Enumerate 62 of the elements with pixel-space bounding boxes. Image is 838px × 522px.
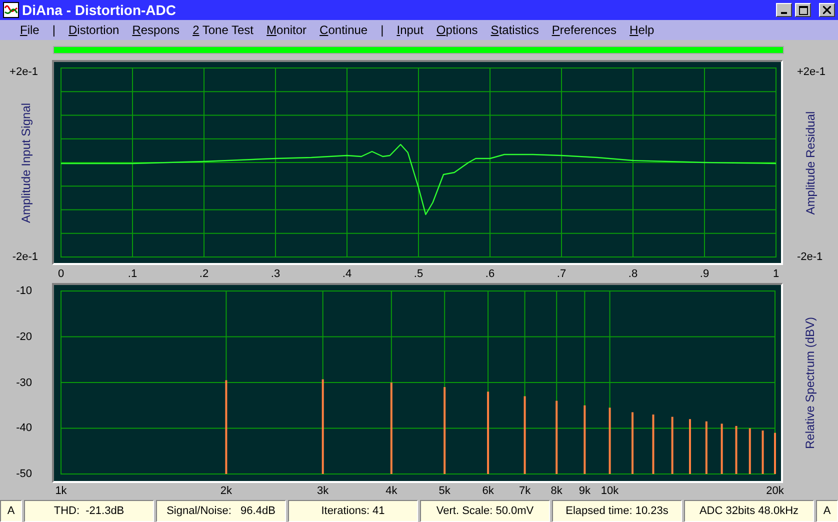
window-title: DiAna - Distortion-ADC bbox=[22, 0, 176, 20]
x-tick-label: 10k bbox=[600, 484, 619, 499]
menu-item[interactable]: File bbox=[20, 21, 40, 39]
x-tick-label: .3 bbox=[270, 267, 280, 282]
menu-item[interactable]: Monitor bbox=[266, 21, 307, 39]
x-tick-label: .1 bbox=[128, 267, 138, 282]
menu-item[interactable]: Distortion bbox=[68, 21, 120, 39]
x-tick-label: .5 bbox=[414, 267, 424, 282]
status-field: A bbox=[816, 500, 838, 522]
y-axis-label: Amplitude Input Signal bbox=[18, 102, 34, 223]
status-field: Signal/Noise: 96.4dB bbox=[156, 500, 286, 522]
y-tick-label: +2e-1 bbox=[797, 65, 826, 80]
x-tick-label: 8k bbox=[550, 484, 562, 499]
menu-item[interactable]: Respons bbox=[132, 21, 180, 39]
x-tick-label: 6k bbox=[482, 484, 494, 499]
y-tick-label: -50 bbox=[16, 466, 32, 482]
menu-item[interactable]: Continue bbox=[320, 21, 368, 39]
status-field: ADC 32bits 48.0kHz bbox=[684, 500, 814, 522]
menu-item[interactable]: Options bbox=[436, 21, 478, 39]
x-tick-label: .2 bbox=[199, 267, 209, 282]
x-tick-label: 4k bbox=[386, 484, 398, 499]
status-field: Vert. Scale: 50.0mV bbox=[420, 500, 550, 522]
x-tick-label: 20k bbox=[766, 484, 784, 499]
y-tick-label: -10 bbox=[16, 284, 32, 299]
menu-item[interactable]: Help bbox=[630, 21, 654, 39]
x-tick-label: 1k bbox=[55, 484, 67, 499]
y-tick-label: -2e-1 bbox=[797, 250, 823, 264]
app-logo-icon bbox=[3, 2, 19, 18]
y-tick-label: +2e-1 bbox=[10, 65, 38, 80]
x-tick-label: 3k bbox=[317, 484, 329, 499]
menu-separator: | bbox=[380, 22, 384, 39]
y-axis-label: Relative Spectrum (dBV) bbox=[802, 316, 818, 450]
x-tick-label: 9k bbox=[578, 484, 590, 499]
x-tick-label: .8 bbox=[628, 267, 638, 282]
close-button[interactable] bbox=[819, 3, 835, 17]
y-tick-label: -2e-1 bbox=[12, 250, 38, 264]
menu-item[interactable]: Preferences bbox=[552, 21, 617, 39]
menu-item[interactable]: Statistics bbox=[490, 21, 539, 39]
status-field: Elapsed time: 10.23s bbox=[552, 500, 682, 522]
minimize-button[interactable] bbox=[776, 3, 792, 17]
x-tick-label: 0 bbox=[58, 267, 64, 282]
maximize-button[interactable] bbox=[795, 3, 811, 17]
x-tick-label: 1 bbox=[772, 267, 780, 282]
x-tick-label: .7 bbox=[556, 267, 566, 282]
x-tick-label: 2k bbox=[220, 484, 232, 499]
menu-item[interactable]: 2 Tone Test bbox=[192, 21, 254, 39]
close-icon bbox=[823, 6, 831, 14]
menu-item[interactable]: Input bbox=[396, 21, 424, 39]
x-tick-label: .6 bbox=[485, 267, 495, 282]
status-field: THD: -21.3dB bbox=[24, 500, 154, 522]
menu-separator: | bbox=[52, 22, 56, 39]
x-tick-label: 7k bbox=[518, 484, 531, 499]
maximize-icon bbox=[798, 6, 808, 14]
x-tick-label: 5k bbox=[438, 484, 450, 499]
y-tick-label: -40 bbox=[16, 421, 32, 436]
y-axis-label: Amplitude Residual bbox=[802, 110, 818, 214]
y-tick-label: -30 bbox=[16, 375, 32, 390]
status-field: Iterations: 41 bbox=[288, 500, 418, 522]
status-field: A bbox=[0, 500, 22, 522]
x-tick-label: .9 bbox=[700, 267, 710, 282]
x-tick-label: .4 bbox=[342, 267, 352, 282]
y-tick-label: -20 bbox=[16, 330, 32, 344]
